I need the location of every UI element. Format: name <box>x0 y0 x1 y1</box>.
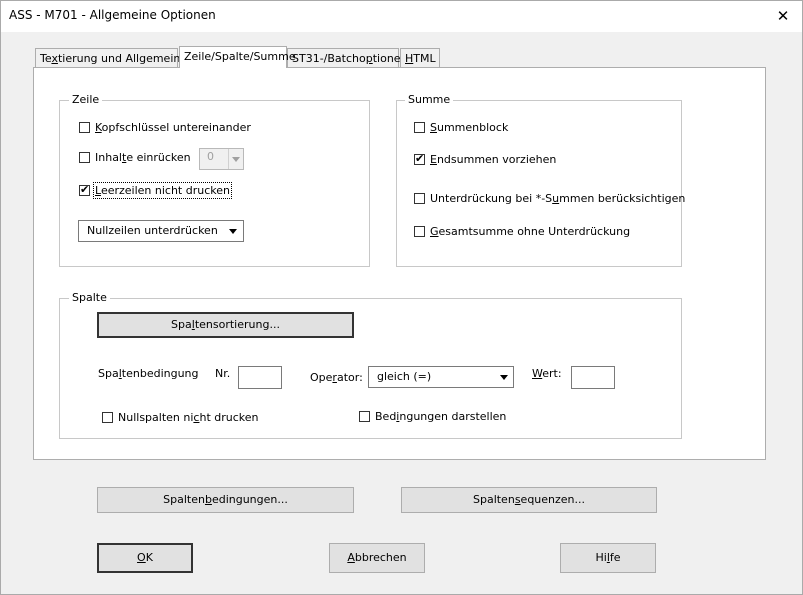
checkbox-box[interactable] <box>79 183 90 197</box>
wert-input[interactable] <box>571 366 615 389</box>
checkbox-label: Nullspalten ni <box>118 411 194 424</box>
button-label: fe <box>609 551 621 564</box>
hilfe-button[interactable]: Hilfe <box>560 543 656 573</box>
tab-html[interactable]: HTML <box>400 48 440 68</box>
chevron-down-icon <box>229 229 237 234</box>
button-label: K <box>145 551 153 564</box>
checkbox-label: eerzeilen nicht drucken <box>100 184 230 197</box>
mnemonic: G <box>430 225 439 238</box>
window-title: ASS - M701 - Allgemeine Optionen <box>9 8 216 22</box>
button-label: equenzen... <box>520 493 586 506</box>
label-text: ator: <box>336 371 363 384</box>
tab-label: tierung und Allgemeines <box>57 52 193 65</box>
nr-input[interactable] <box>238 366 282 389</box>
select-value: gleich (=) <box>377 370 432 383</box>
tab-label: TML <box>413 52 436 65</box>
tab-zeile-spalte-summe[interactable]: Zeile/Spalte/Summe <box>179 46 296 68</box>
nullzeilen-select[interactable]: Nullzeilen unterdrücken <box>78 220 244 242</box>
abbrechen-button[interactable]: Abbrechen <box>329 543 425 573</box>
checkbox-label: ummenblock <box>436 121 509 134</box>
button-label: Spalten <box>163 493 205 506</box>
checkbox-box[interactable] <box>414 122 425 133</box>
tab-label: ST31-/Batcho <box>292 52 366 65</box>
checkbox-label: esamtsumme ohne Unterdrückung <box>438 225 631 238</box>
close-icon[interactable]: ✕ <box>769 4 797 28</box>
checkbox-label: ngungen darstellen <box>399 410 507 423</box>
checkbox-box[interactable] <box>414 152 425 166</box>
operator-label: Operator: <box>310 371 363 384</box>
spinner-button[interactable] <box>228 149 243 169</box>
button-label: Hi <box>595 551 607 564</box>
mnemonic: A <box>347 551 355 564</box>
wert-label: Wert: <box>532 367 562 380</box>
checkbox-gesamtsumme[interactable]: Gesamtsumme ohne Unterdrückung <box>414 225 630 239</box>
checkbox-label: Inhal <box>95 151 122 164</box>
tab-textierung[interactable]: Textierung und Allgemeines <box>35 48 193 68</box>
chevron-down-icon <box>232 157 240 162</box>
mnemonic: K <box>95 121 102 134</box>
checkbox-label: Bed <box>375 410 397 423</box>
label-text: tenbedingung <box>121 367 199 380</box>
spaltenbedingungen-button[interactable]: Spaltenbedingungen... <box>97 487 354 513</box>
checkbox-label: opfschlüssel untereinander <box>101 121 251 134</box>
mnemonic: O <box>137 551 146 564</box>
label-text: ert: <box>542 367 562 380</box>
tab-label: Zeile/Spalte/Summe <box>184 50 296 63</box>
checkbox-box[interactable] <box>414 226 425 237</box>
nr-label: Nr. <box>215 367 231 380</box>
checkbox-label: e einrücken <box>126 151 191 164</box>
checkbox-label: ht drucken <box>199 411 259 424</box>
checkbox-summenblock[interactable]: Summenblock <box>414 121 508 135</box>
mnemonic: W <box>532 367 543 380</box>
button-label: edingungen... <box>211 493 288 506</box>
checkbox-endsummen[interactable]: Endsummen vorziehen <box>414 152 557 167</box>
tab-mnemonic: p <box>365 52 373 65</box>
button-label: bbrechen <box>354 551 407 564</box>
ok-button[interactable]: OK <box>97 543 193 573</box>
tab-label: Te <box>40 52 52 65</box>
button-label: Spalten <box>472 493 515 506</box>
checkbox-label: ndsummen vorziehen <box>436 153 557 166</box>
operator-select[interactable]: gleich (=) <box>368 366 514 388</box>
chevron-down-icon <box>500 375 508 380</box>
checkbox-box[interactable] <box>79 122 90 133</box>
checkbox-nullspalten[interactable]: Nullspalten nicht drucken <box>102 411 259 425</box>
checkbox-label: mmen berücksichtigen <box>559 192 686 205</box>
spaltensequenzen-button[interactable]: Spaltensequenzen... <box>401 487 657 513</box>
button-label: tensortierung... <box>194 318 280 331</box>
checkbox-leerzeilen[interactable]: Leerzeilen nicht drucken <box>79 182 232 199</box>
checkbox-box[interactable] <box>414 193 425 204</box>
checkbox-box[interactable] <box>102 412 113 423</box>
checkbox-unterdrueckung[interactable]: Unterdrückung bei *-Summen berücksichtig… <box>414 192 685 206</box>
spaltensortierung-button[interactable]: Spaltensortierung... <box>97 312 354 338</box>
group-spalte-title: Spalte <box>69 291 110 304</box>
label-text: Ope <box>310 371 333 384</box>
group-zeile-title: Zeile <box>69 93 103 106</box>
mnemonic: b <box>204 493 212 506</box>
label-text: Spa <box>98 367 119 380</box>
select-value: Nullzeilen unterdrücken <box>87 224 218 237</box>
checkbox-box[interactable] <box>359 411 370 422</box>
checkbox-inhalte-einruecken[interactable]: Inhalte einrücken <box>79 151 191 165</box>
checkbox-bedingungen-darstellen[interactable]: Bedingungen darstellen <box>359 410 506 424</box>
checkbox-label: Unterdrückung bei *-S <box>430 192 553 205</box>
mnemonic: E <box>430 153 437 166</box>
tab-batchoptionen[interactable]: ST31-/Batchoptionen <box>287 48 408 68</box>
button-label: Spa <box>171 318 192 331</box>
spaltenbedingung-label: Spaltenbedingung <box>98 367 199 380</box>
indent-value: 0 <box>207 150 214 163</box>
checkbox-kopfschluessel[interactable]: Kopfschlüssel untereinander <box>79 121 251 135</box>
mnemonic: S <box>430 121 437 134</box>
group-summe-title: Summe <box>405 93 454 106</box>
indent-spinner[interactable]: 0 <box>199 148 244 170</box>
checkbox-box[interactable] <box>79 152 90 163</box>
